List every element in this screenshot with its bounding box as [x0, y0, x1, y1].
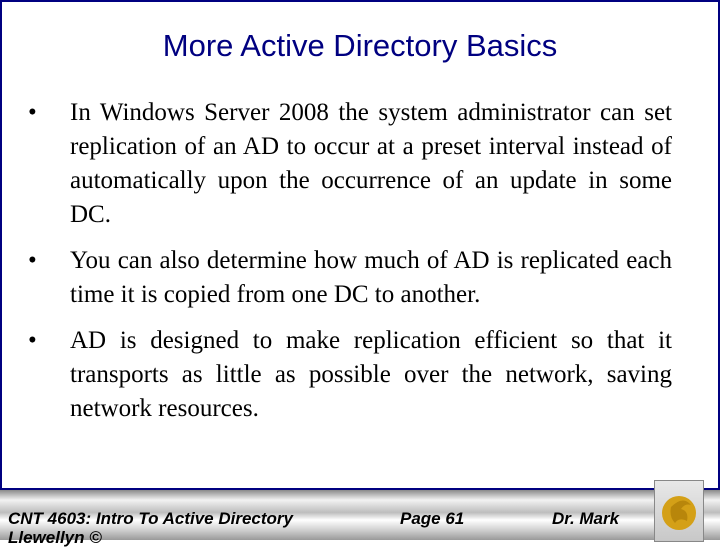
- bullet-text: You can also determine how much of AD is…: [70, 247, 672, 308]
- bullet-item: • AD is designed to make replication effi…: [28, 324, 672, 426]
- footer-course: CNT 4603: Intro To Active Directory: [8, 509, 293, 528]
- footer-author: Dr. Mark: [552, 509, 620, 528]
- bullet-text: AD is designed to make replication effic…: [70, 327, 672, 422]
- footer-author-cont: Llewellyn ©: [8, 528, 102, 547]
- slide-title: More Active Directory Basics: [162, 28, 558, 63]
- bullet-icon: •: [28, 327, 37, 354]
- bullet-list: • In Windows Server 2008 the system admin…: [28, 96, 672, 438]
- bullet-item: • You can also determine how much of AD i…: [28, 244, 672, 312]
- bullet-icon: •: [28, 99, 37, 126]
- bullet-text: In Windows Server 2008 the system admini…: [70, 99, 672, 228]
- bullet-icon: •: [28, 247, 37, 274]
- footer-page-number: Page 61: [400, 509, 465, 528]
- bullet-item: • In Windows Server 2008 the system admin…: [28, 96, 672, 232]
- pegasus-logo-icon: [654, 480, 704, 542]
